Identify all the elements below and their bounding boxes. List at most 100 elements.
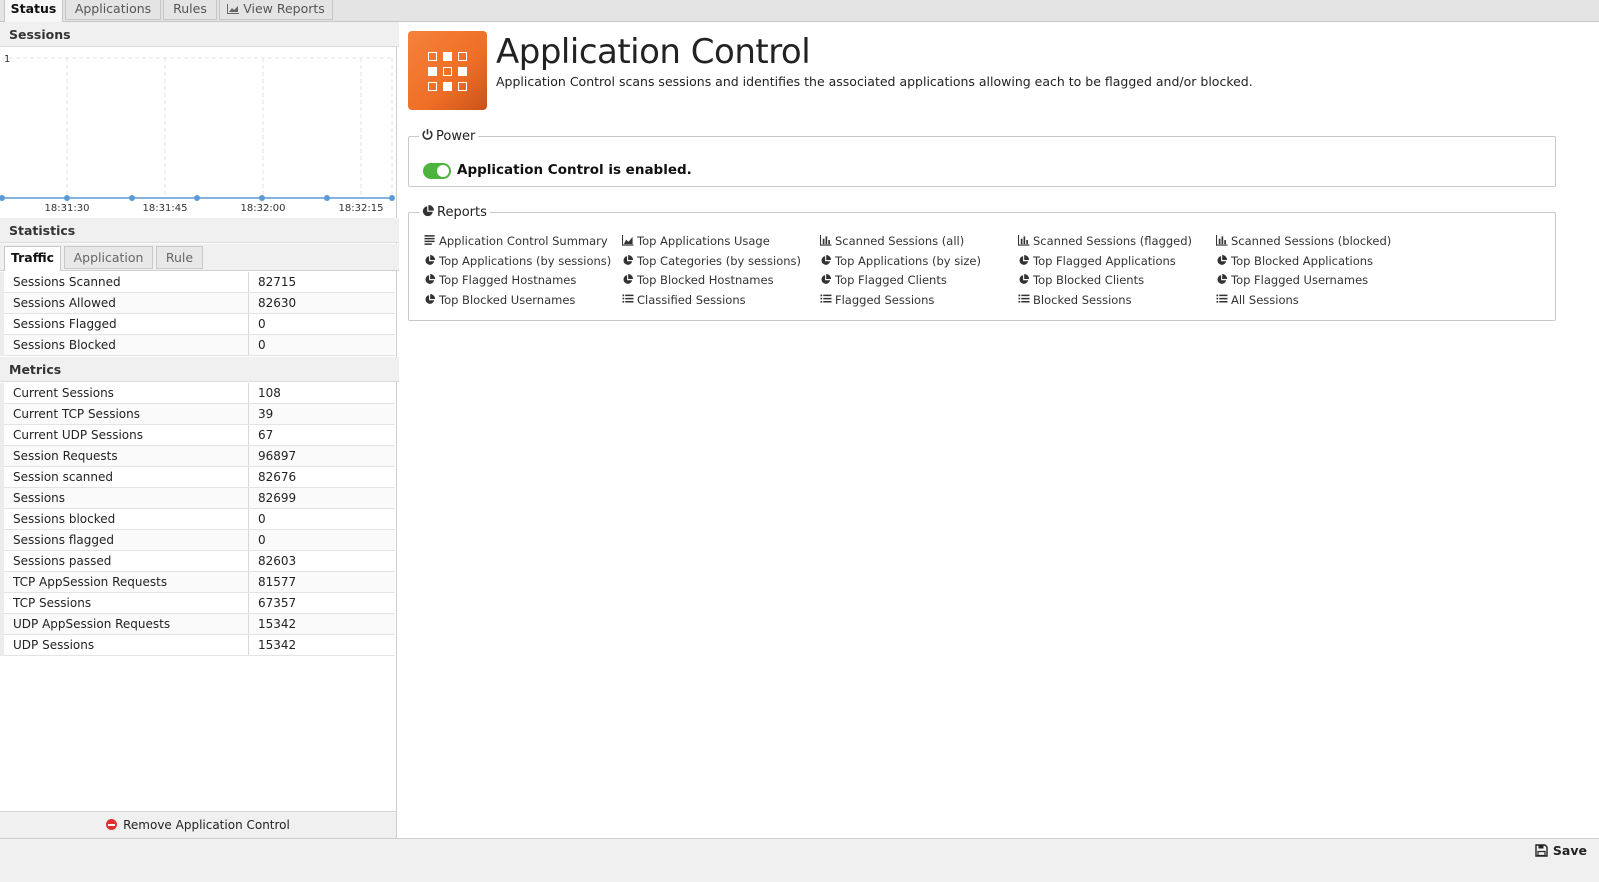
report-label: Scanned Sessions (blocked): [1231, 234, 1392, 248]
sessions-header: Sessions: [0, 22, 400, 47]
table-row: Sessions Blocked 0: [0, 334, 395, 356]
report-link[interactable]: All Sessions: [1216, 293, 1299, 307]
report-link[interactable]: Application Control Summary: [424, 234, 608, 248]
report-label: Top Blocked Hostnames: [637, 273, 774, 287]
metric-value: 15342: [248, 613, 395, 635]
pie-chart-icon: [422, 205, 434, 217]
report-link[interactable]: Top Flagged Applications: [1018, 254, 1176, 268]
pie-chart-icon: [1217, 255, 1228, 265]
pie-chart-icon: [425, 274, 436, 284]
sessions-chart: 1 18:31:30 18:31:45 18:32:00 18:32:15: [0, 48, 400, 218]
metric-label: Sessions blocked: [0, 508, 249, 530]
list-icon: [622, 294, 634, 303]
report-label: Flagged Sessions: [835, 293, 935, 307]
pie-chart-icon: [821, 255, 832, 265]
stat-value: 0: [248, 313, 395, 335]
report-link[interactable]: Top Categories (by sessions): [622, 254, 801, 268]
report-link[interactable]: Top Flagged Usernames: [1216, 273, 1368, 287]
report-link[interactable]: Top Blocked Clients: [1018, 273, 1144, 287]
report-link[interactable]: Blocked Sessions: [1018, 293, 1132, 307]
tab-label: Applications: [74, 1, 152, 16]
remove-app-button[interactable]: Remove Application Control: [0, 811, 396, 839]
tab-applications[interactable]: Applications: [65, 0, 161, 20]
pie-chart-icon: [425, 294, 436, 304]
table-row: Current Sessions 108: [0, 383, 395, 404]
metric-label: Current TCP Sessions: [0, 403, 249, 425]
reports-fieldset: Reports Application Control Summary Top A…: [408, 205, 1556, 321]
report-link[interactable]: Top Blocked Applications: [1216, 254, 1373, 268]
power-toggle[interactable]: [423, 163, 451, 179]
report-label: Top Flagged Applications: [1033, 254, 1176, 268]
main-panel: Application Control Application Control …: [399, 22, 1599, 838]
metric-label: Sessions: [0, 487, 249, 509]
data-point: [129, 195, 135, 201]
report-label: Top Blocked Clients: [1033, 273, 1145, 287]
tab-label: Rule: [165, 250, 194, 265]
report-link[interactable]: Top Applications Usage: [621, 234, 770, 248]
metric-value: 96897: [248, 445, 395, 467]
metric-label: Session scanned: [0, 466, 249, 488]
pie-chart-icon: [623, 274, 634, 284]
data-point: [389, 195, 395, 201]
pie-chart-icon: [425, 255, 436, 265]
bar-chart-icon: [1215, 235, 1228, 246]
stats-tab-rule[interactable]: Rule: [156, 246, 203, 269]
metric-value: 67: [248, 424, 395, 446]
report-link[interactable]: Flagged Sessions: [820, 293, 934, 307]
tab-rules[interactable]: Rules: [163, 0, 217, 20]
metric-value: 108: [248, 383, 395, 404]
power-icon: [422, 129, 433, 140]
metric-value: 15342: [248, 634, 395, 656]
data-point: [64, 195, 70, 201]
metric-label: UDP AppSession Requests: [0, 613, 249, 635]
stats-tab-application[interactable]: Application: [64, 246, 153, 269]
data-point: [194, 195, 200, 201]
table-row: Session scanned 82676: [0, 466, 395, 488]
remove-icon: [106, 819, 118, 830]
metric-label: Sessions flagged: [0, 529, 249, 551]
metrics-header: Metrics: [0, 357, 400, 382]
report-link[interactable]: Classified Sessions: [622, 293, 746, 307]
metrics-table: Current Sessions 108 Current TCP Sessions…: [0, 383, 395, 656]
tab-label: Traffic: [10, 250, 55, 265]
metric-value: 82699: [248, 487, 395, 509]
report-link[interactable]: Top Applications (by sessions): [424, 254, 611, 268]
area-chart-icon: [227, 4, 240, 14]
tab-view-reports[interactable]: View Reports: [219, 0, 333, 20]
stat-value: 82715: [248, 272, 395, 293]
report-link[interactable]: Top Flagged Hostnames: [424, 273, 576, 287]
data-point: [324, 195, 330, 201]
y-tick-label: 1: [4, 54, 10, 65]
report-label: Top Applications (by sessions): [439, 254, 612, 268]
tab-status[interactable]: Status: [4, 0, 63, 22]
left-panel: Sessions 1 18:31:30 18:31:45 18:32:00 18:32:…: [0, 22, 400, 839]
power-status-text: Application Control is enabled.: [457, 162, 692, 178]
power-fieldset: Power Application Control is enabled.: [408, 129, 1556, 187]
data-point: [259, 195, 265, 201]
x-tick-label: 18:31:30: [45, 203, 90, 214]
table-row: TCP AppSession Requests 81577: [0, 571, 395, 593]
report-label: Top Flagged Usernames: [1231, 273, 1369, 287]
report-link[interactable]: Scanned Sessions (flagged): [1017, 234, 1192, 248]
pie-chart-icon: [1217, 274, 1228, 284]
stat-label: Sessions Scanned: [0, 272, 249, 293]
table-row: Session Requests 96897: [0, 445, 395, 467]
report-label: Top Blocked Applications: [1231, 254, 1374, 268]
report-label: Top Flagged Hostnames: [439, 273, 577, 287]
save-button[interactable]: Save: [1535, 843, 1587, 858]
power-legend-label: Power: [436, 129, 476, 144]
list-icon: [1216, 294, 1228, 303]
report-link[interactable]: Scanned Sessions (blocked): [1215, 234, 1392, 248]
report-link[interactable]: Top Blocked Usernames: [424, 293, 575, 307]
report-link[interactable]: Top Flagged Clients: [820, 273, 947, 287]
report-label: Top Blocked Usernames: [439, 293, 576, 307]
metric-value: 0: [248, 529, 395, 551]
report-link[interactable]: Scanned Sessions (all): [819, 234, 964, 248]
reports-legend-label: Reports: [437, 205, 487, 220]
report-link[interactable]: Top Applications (by size): [820, 254, 981, 268]
report-link[interactable]: Top Blocked Hostnames: [622, 273, 774, 287]
stats-tab-traffic[interactable]: Traffic: [4, 246, 61, 271]
page-title: Application Control: [496, 32, 811, 72]
stat-label: Sessions Blocked: [0, 334, 249, 356]
app-grid-icon: [408, 31, 487, 110]
